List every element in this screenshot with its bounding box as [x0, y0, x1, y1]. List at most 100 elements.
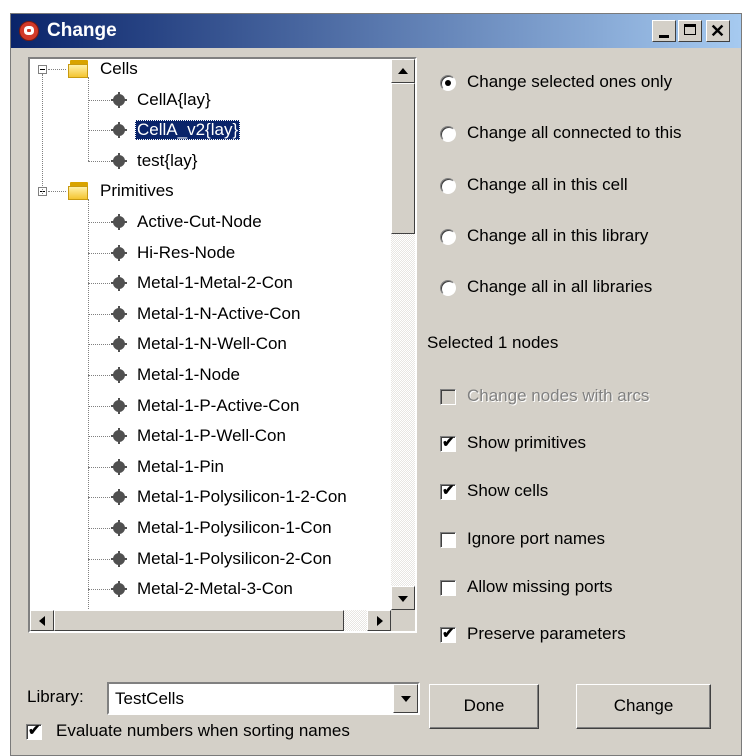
checkmark-icon: ✔ — [442, 482, 455, 499]
tree-vertical-scrollbar[interactable] — [391, 59, 415, 610]
change-button-label: Change — [613, 696, 674, 715]
close-button[interactable]: ✕ — [706, 20, 730, 42]
scroll-thumb[interactable] — [391, 83, 415, 234]
tree-item[interactable]: Metal-1-N-Active-Con — [30, 303, 390, 325]
option-checkbox[interactable]: ✔ — [440, 482, 456, 500]
checkmark-icon: ✔ — [442, 625, 455, 642]
tree-item-label: Active-Cut-Node — [137, 212, 262, 231]
library-label: Library: — [27, 687, 84, 706]
scope-radio[interactable] — [440, 126, 456, 142]
scroll-down-button[interactable] — [391, 586, 415, 610]
node-icon — [111, 275, 127, 292]
scope-radio[interactable] — [440, 280, 456, 296]
tree-item-label: Metal-1-Pin — [137, 456, 224, 476]
library-select[interactable]: TestCells — [107, 682, 420, 715]
node-tree[interactable]: Cells CellA{lay} CellA_v2{lay} test{lay} Pri… — [28, 57, 417, 633]
tree-item[interactable]: test{lay} — [30, 150, 390, 172]
tree-folder[interactable]: Cells — [30, 59, 390, 80]
option-checkbox[interactable]: ✔ — [440, 625, 456, 643]
library-dropdown-button[interactable] — [393, 684, 418, 713]
change-button[interactable]: Change — [576, 684, 711, 729]
maximize-icon — [684, 24, 696, 35]
tree-item-label: Metal-2-Metal-3-Con — [137, 579, 293, 599]
option-checkbox-label[interactable]: Show primitives — [467, 433, 586, 453]
node-icon — [111, 214, 127, 230]
scroll-h-thumb[interactable] — [54, 610, 344, 631]
arrow-down-icon — [398, 596, 408, 602]
scope-option-label[interactable]: Change all in this cell — [467, 175, 628, 195]
app-icon — [19, 21, 39, 41]
tree-item[interactable]: Metal-1-P-Well-Con — [30, 425, 390, 447]
tree-item[interactable]: Metal-2-Metal-3-Con — [30, 578, 390, 600]
node-icon — [111, 122, 127, 139]
tree-item-label: CellA_v2{lay} — [135, 120, 241, 141]
checkmark-icon: ✔ — [442, 434, 455, 451]
scroll-left-button[interactable] — [30, 610, 54, 631]
scope-option-label[interactable]: Change all in this library — [467, 226, 648, 246]
scroll-up-button[interactable] — [391, 59, 415, 83]
scope-option-label[interactable]: Change selected ones only — [467, 72, 672, 92]
tree-folder-label: Primitives — [100, 181, 174, 201]
evaluate-numbers-checkbox[interactable]: ✔ — [26, 722, 42, 740]
option-checkbox-label[interactable]: Preserve parameters — [467, 624, 626, 644]
tree-item-label: CellA{lay} — [137, 89, 211, 109]
arrow-left-icon — [39, 616, 45, 626]
scope-option-label[interactable]: Change all connected to this — [467, 123, 682, 143]
tree-item[interactable]: Metal-1-N-Well-Con — [30, 333, 390, 355]
scope-radio[interactable] — [440, 229, 456, 245]
done-button[interactable]: Done — [429, 684, 539, 729]
tree-item[interactable]: CellA_v2{lay} — [30, 119, 390, 141]
node-icon — [111, 305, 127, 322]
tree-item[interactable]: Hi-Res-Node — [30, 242, 390, 264]
tree-item-label: Metal-1-Polysilicon-2-Con — [137, 548, 332, 568]
scroll-right-button[interactable] — [367, 610, 391, 631]
collapse-toggle-icon[interactable] — [38, 65, 47, 74]
node-icon — [111, 336, 127, 353]
option-checkbox[interactable] — [440, 580, 456, 596]
node-icon — [111, 489, 127, 506]
tree-horizontal-scrollbar[interactable] — [30, 610, 391, 631]
tree-item-label: test{lay} — [137, 150, 198, 170]
folder-icon — [68, 182, 90, 201]
scroll-corner — [391, 610, 415, 631]
node-icon — [111, 458, 127, 475]
node-icon — [111, 397, 127, 414]
tree-item[interactable]: Metal-1-Pin — [30, 456, 390, 478]
change-dialog: Change ✕ Cells CellA{lay} CellA_v2{lay}tes… — [10, 13, 742, 756]
option-checkbox-label: Change nodes with arcs — [467, 386, 650, 405]
scope-radio[interactable] — [440, 178, 456, 194]
node-icon — [111, 550, 127, 567]
option-checkbox[interactable] — [440, 532, 456, 548]
tree-item-label: Metal-1-Metal-2-Con — [137, 273, 293, 293]
tree-item-label: Metal-1-Polysilicon-1-Con — [137, 518, 332, 537]
tree-item[interactable]: Metal-1-Polysilicon-1-2-Con — [30, 486, 390, 508]
evaluate-numbers-label: Evaluate numbers when sorting names — [56, 721, 350, 740]
minimize-button[interactable] — [652, 20, 676, 42]
tree-item[interactable]: Metal-1-Node — [30, 364, 390, 386]
tree-item-label: Metal-1-Node — [137, 365, 240, 384]
tree-item[interactable]: Metal-1-P-Active-Con — [30, 395, 390, 417]
tree-item[interactable]: Active-Cut-Node — [30, 211, 390, 233]
tree-item[interactable]: Metal-1-Metal-2-Con — [30, 272, 390, 294]
tree-item[interactable]: Metal-1-Polysilicon-1-Con — [30, 517, 390, 539]
title-bar[interactable]: Change ✕ — [11, 14, 741, 48]
node-icon — [111, 91, 127, 108]
option-checkbox-label[interactable]: Ignore port names — [467, 529, 605, 549]
tree-item[interactable]: Metal-1-Polysilicon-2-Con — [30, 548, 390, 570]
folder-icon — [68, 60, 90, 78]
scope-option-label[interactable]: Change all in all libraries — [467, 277, 652, 297]
minimize-icon — [659, 35, 669, 38]
node-icon — [111, 581, 127, 598]
checkmark-icon: ✔ — [28, 722, 41, 739]
tree-item-label: Hi-Res-Node — [137, 242, 236, 262]
scope-radio[interactable] — [440, 75, 456, 91]
option-checkbox-label[interactable]: Allow missing ports — [467, 577, 613, 597]
tree-item[interactable]: CellA{lay} — [30, 89, 390, 111]
node-icon — [111, 428, 127, 445]
maximize-button[interactable] — [678, 20, 702, 42]
done-button-label: Done — [463, 696, 505, 715]
option-checkbox[interactable]: ✔ — [440, 434, 456, 452]
tree-folder[interactable]: Primitives — [30, 180, 390, 202]
chevron-down-icon — [401, 696, 411, 702]
option-checkbox-label[interactable]: Show cells — [467, 481, 548, 501]
